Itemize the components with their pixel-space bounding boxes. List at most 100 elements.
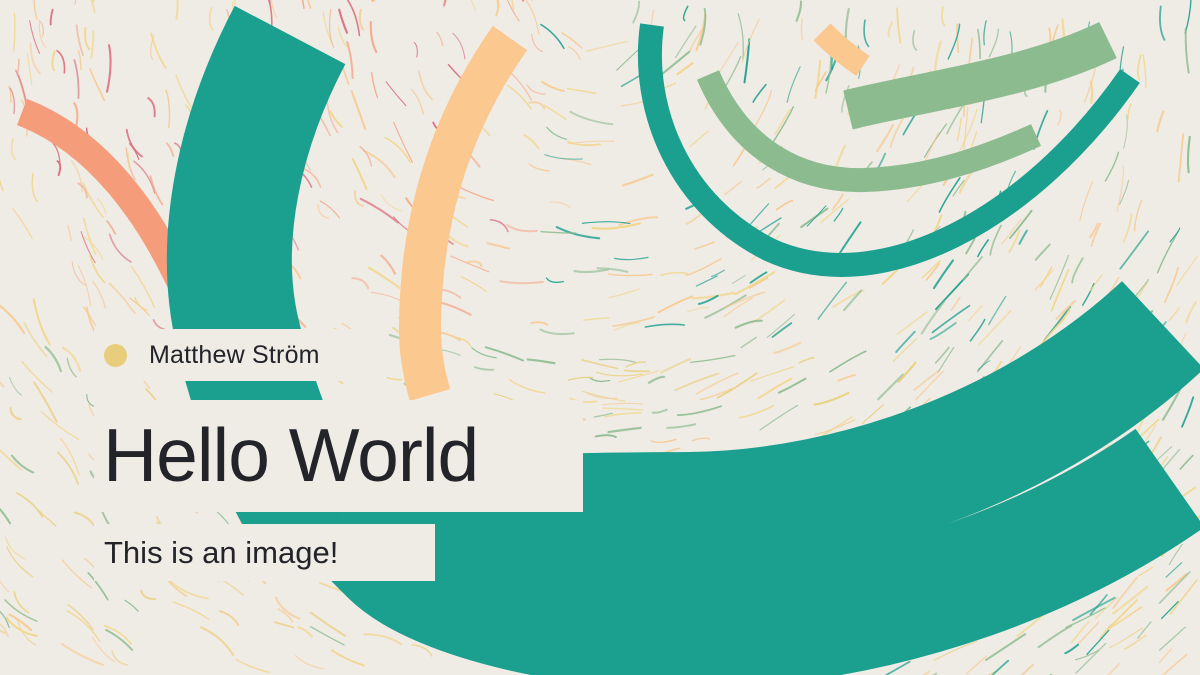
flow-line: [489, 219, 509, 233]
flow-line: [962, 256, 983, 281]
flow-line: [140, 590, 157, 601]
flow-line: [632, 0, 640, 24]
flow-line: [484, 346, 524, 362]
flow-line: [522, 0, 525, 2]
flow-line: [1165, 573, 1188, 592]
flow-line: [1184, 27, 1190, 74]
flow-line: [175, 0, 179, 21]
flow-line: [380, 193, 403, 212]
flow-line: [741, 18, 760, 63]
flow-line: [689, 354, 736, 363]
flow-line: [566, 87, 597, 95]
flow-line: [644, 323, 686, 328]
flow-line: [685, 258, 722, 277]
flow-line: [938, 177, 961, 213]
flow-line: [6, 546, 34, 578]
flow-line: [608, 288, 640, 299]
flow-line: [965, 655, 987, 675]
flow-line: [602, 402, 643, 406]
flow-line: [1177, 133, 1185, 183]
flow-line: [991, 659, 1010, 675]
flow-line: [897, 361, 917, 383]
flow-line: [317, 203, 330, 219]
flow-line: [307, 0, 312, 9]
flow-line: [77, 182, 89, 199]
flow-line: [724, 180, 742, 195]
flow-line: [1137, 54, 1142, 81]
flow-line: [525, 0, 540, 36]
flow-line: [66, 357, 77, 378]
flow-line: [1142, 54, 1147, 89]
flow-line: [33, 0, 38, 20]
flow-line: [208, 6, 214, 31]
flow-line: [1099, 624, 1112, 640]
flow-line: [985, 633, 1027, 662]
flow-line: [393, 121, 413, 163]
flow-line: [1089, 274, 1103, 292]
flow-line: [523, 134, 540, 150]
flow-line: [1039, 266, 1053, 288]
flow-line: [413, 42, 418, 58]
flow-line: [1070, 620, 1090, 644]
flow-line: [310, 626, 345, 646]
peach-small-arc: [813, 23, 870, 76]
flow-line: [934, 346, 950, 364]
flow-line: [106, 220, 117, 235]
flow-line: [1123, 114, 1128, 149]
flow-line: [70, 160, 83, 193]
flow-line: [977, 28, 981, 60]
flow-line: [369, 20, 378, 54]
flow-line: [362, 149, 396, 178]
flow-line: [766, 313, 795, 338]
flow-line: [896, 7, 902, 44]
flow-line: [165, 142, 175, 157]
flow-line: [346, 41, 354, 80]
flow-line: [959, 108, 978, 150]
flow-line: [748, 276, 769, 289]
flow-line: [863, 19, 870, 48]
flow-line: [1179, 454, 1194, 470]
flow-line: [0, 304, 26, 334]
flow-line: [550, 201, 571, 209]
flow-line: [531, 0, 534, 2]
flow-line: [73, 102, 79, 128]
flow-line: [585, 40, 628, 52]
flow-line: [67, 225, 73, 242]
flow-line: [1134, 199, 1143, 232]
flow-line: [530, 321, 549, 326]
flow-line: [734, 319, 763, 329]
title-label: Hello World: [94, 400, 583, 512]
flow-line: [84, 27, 91, 51]
flow-line: [543, 104, 567, 121]
flow-line: [591, 222, 642, 230]
flow-line: [77, 265, 92, 306]
flow-line: [77, 49, 82, 71]
flow-line: [676, 62, 694, 76]
flow-line: [1057, 109, 1062, 126]
flow-line: [149, 175, 164, 206]
flow-line: [1064, 643, 1080, 655]
flow-line: [218, 610, 240, 627]
flow-line: [660, 357, 692, 374]
flow-line: [657, 295, 694, 314]
flow-line: [411, 644, 433, 657]
flow-line: [674, 25, 697, 59]
flow-line: [743, 38, 751, 84]
flow-line: [773, 341, 802, 354]
flow-line: [1106, 606, 1143, 631]
flow-line: [31, 172, 38, 202]
flow-line: [66, 610, 101, 643]
flow-line: [987, 670, 997, 675]
flow-line: [602, 407, 644, 411]
flow-line: [825, 51, 832, 94]
flow-line: [0, 179, 4, 192]
flow-line: [1158, 648, 1173, 664]
flow-line: [1138, 566, 1154, 577]
flow-line: [329, 110, 343, 128]
flow-line: [16, 492, 44, 518]
flow-line: [1122, 213, 1133, 243]
flow-line: [1072, 596, 1116, 622]
flow-line: [967, 304, 983, 322]
flow-line: [969, 318, 986, 342]
flow-line: [1119, 230, 1149, 270]
